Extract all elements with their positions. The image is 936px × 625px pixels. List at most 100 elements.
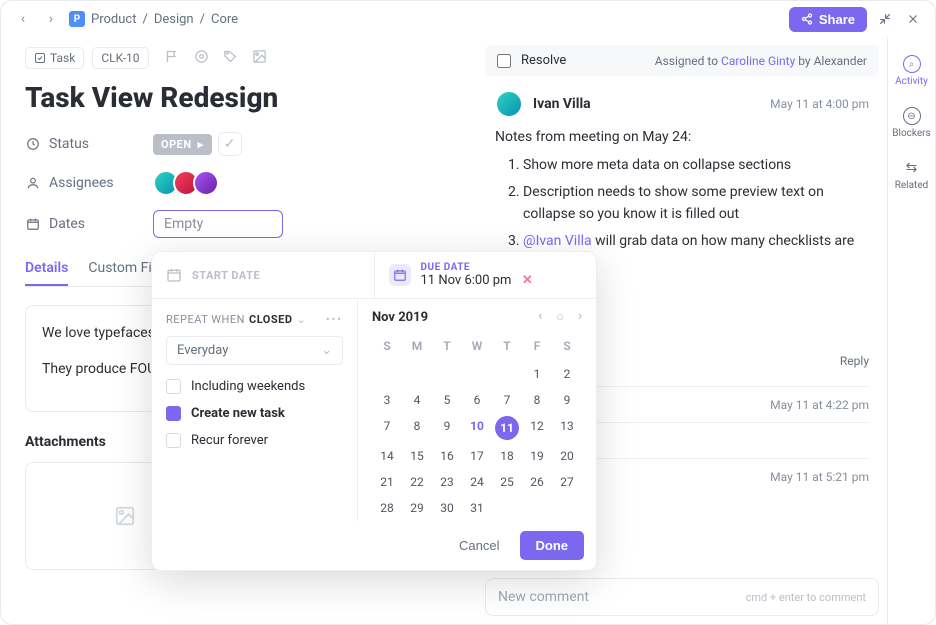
prev-month[interactable]: ‹ <box>538 309 542 325</box>
calendar-day[interactable]: 9 <box>432 413 462 443</box>
resolve-label: Resolve <box>521 53 566 68</box>
crumb-1[interactable]: Design <box>154 12 194 27</box>
crumb-0[interactable]: Product <box>91 12 136 27</box>
task-title[interactable]: Task View Redesign <box>25 81 461 114</box>
calendar-day[interactable]: 11 <box>495 416 519 440</box>
calendar-day[interactable]: 31 <box>462 495 492 521</box>
calendar-day[interactable]: 29 <box>402 495 432 521</box>
close-icon[interactable] <box>903 9 923 29</box>
dow-header: S <box>552 335 582 361</box>
dates-icon <box>25 216 41 232</box>
calendar-day[interactable]: 17 <box>462 443 492 469</box>
opt-create-new[interactable]: Create new task <box>166 406 343 421</box>
calendar-day[interactable]: 21 <box>372 469 402 495</box>
rail-blockers[interactable]: ⊖Blockers <box>888 97 935 149</box>
calendar-day[interactable]: 23 <box>432 469 462 495</box>
avatar[interactable] <box>193 170 219 196</box>
calendar-day[interactable]: 25 <box>492 469 522 495</box>
tag-icon[interactable] <box>223 49 238 68</box>
share-button[interactable]: Share <box>789 7 867 32</box>
calendar-day[interactable]: 3 <box>372 387 402 413</box>
calendar-day[interactable]: 30 <box>432 495 462 521</box>
start-date-col[interactable]: START DATE <box>152 252 375 298</box>
calendar-day[interactable]: 12 <box>522 413 552 443</box>
cancel-button[interactable]: Cancel <box>445 531 513 560</box>
crumb-2[interactable]: Core <box>211 12 238 27</box>
activity-icon: ⌕ <box>903 55 921 73</box>
opt-weekends[interactable]: Including weekends <box>166 379 343 394</box>
complete-checkbox[interactable]: ✓ <box>218 132 242 156</box>
new-comment-input[interactable]: New comment cmd + enter to comment <box>485 578 879 616</box>
status-icon <box>25 136 41 152</box>
calendar-day[interactable]: 10 <box>462 413 492 443</box>
calendar-day[interactable]: 1 <box>522 361 552 387</box>
watch-icon[interactable] <box>194 49 209 68</box>
dow-header: M <box>402 335 432 361</box>
date-popover: START DATE DUE DATE 11 Nov 6:00 pm ✕ REP… <box>151 251 597 571</box>
nav-back[interactable]: ‹ <box>13 9 33 29</box>
calendar-day[interactable]: 7 <box>372 413 402 443</box>
mention-link[interactable]: @Ivan Villa <box>523 233 592 249</box>
calendar-day[interactable]: 8 <box>522 387 552 413</box>
dates-input[interactable]: Empty <box>153 210 283 238</box>
calendar-day[interactable]: 9 <box>552 387 582 413</box>
clear-due-icon[interactable]: ✕ <box>522 273 533 288</box>
breadcrumb: P Product / Design / Core <box>69 11 238 27</box>
collapse-icon[interactable] <box>875 9 895 29</box>
task-id-badge[interactable]: CLK-10 <box>92 47 148 69</box>
dow-header: F <box>522 335 552 361</box>
project-badge: P <box>69 11 85 27</box>
calendar-day[interactable]: 26 <box>522 469 552 495</box>
calendar-day[interactable]: 2 <box>552 361 582 387</box>
repeat-select[interactable]: Everyday⌄ <box>166 336 343 365</box>
calendar-day[interactable]: 5 <box>432 387 462 413</box>
rail-activity[interactable]: ⌕Activity <box>888 45 935 97</box>
today-dot[interactable]: ○ <box>556 309 564 325</box>
rail-related[interactable]: ⇆Related <box>888 149 935 201</box>
calendar-day[interactable]: 22 <box>402 469 432 495</box>
nav-forward[interactable]: › <box>41 9 61 29</box>
dow-header: W <box>462 335 492 361</box>
calendar-day[interactable]: 13 <box>552 413 582 443</box>
assignee-link[interactable]: Caroline Ginty <box>721 54 795 68</box>
blockers-icon: ⊖ <box>903 107 921 125</box>
comment-time: May 11 at 4:00 pm <box>770 97 869 111</box>
more-icon[interactable]: ••• <box>326 313 343 326</box>
image-icon[interactable] <box>252 49 267 68</box>
chevron-down-icon[interactable]: ⌄ <box>297 313 307 326</box>
avatar[interactable] <box>495 90 523 118</box>
task-type-badge[interactable]: Task <box>25 47 84 69</box>
calendar-day[interactable]: 16 <box>432 443 462 469</box>
calendar-day[interactable]: 24 <box>462 469 492 495</box>
calendar-day[interactable]: 15 <box>402 443 432 469</box>
due-date-col[interactable]: DUE DATE 11 Nov 6:00 pm ✕ <box>375 252 597 298</box>
calendar-day[interactable]: 20 <box>552 443 582 469</box>
calendar-day[interactable]: 4 <box>402 387 432 413</box>
resolve-checkbox[interactable] <box>497 54 511 68</box>
assignees-icon <box>25 175 41 191</box>
calendar-day[interactable]: 7 <box>492 387 522 413</box>
chevron-down-icon: ⌄ <box>321 343 332 358</box>
calendar-day[interactable]: 27 <box>552 469 582 495</box>
calendar-day[interactable]: 6 <box>462 387 492 413</box>
calendar-day <box>462 361 492 387</box>
next-month[interactable]: › <box>578 309 582 325</box>
tab-details[interactable]: Details <box>25 252 68 286</box>
assignee-avatars[interactable] <box>153 170 219 196</box>
done-button[interactable]: Done <box>520 531 585 560</box>
calendar-icon <box>389 264 411 286</box>
opt-recur-forever[interactable]: Recur forever <box>166 433 343 448</box>
calendar-day <box>492 361 522 387</box>
resolve-bar: Resolve Assigned to Caroline Ginty by Al… <box>485 45 879 76</box>
tab-custom-fields[interactable]: Custom Fie <box>88 252 159 286</box>
comment-author[interactable]: Ivan Villa <box>533 96 591 112</box>
calendar-day[interactable]: 19 <box>522 443 552 469</box>
flag-icon[interactable] <box>165 49 180 68</box>
status-pill[interactable]: OPEN▸ <box>153 134 212 155</box>
calendar-day <box>372 361 402 387</box>
reply-link[interactable]: Reply <box>840 354 869 368</box>
calendar-day[interactable]: 8 <box>402 413 432 443</box>
calendar-day[interactable]: 28 <box>372 495 402 521</box>
calendar-day[interactable]: 18 <box>492 443 522 469</box>
calendar-day[interactable]: 14 <box>372 443 402 469</box>
